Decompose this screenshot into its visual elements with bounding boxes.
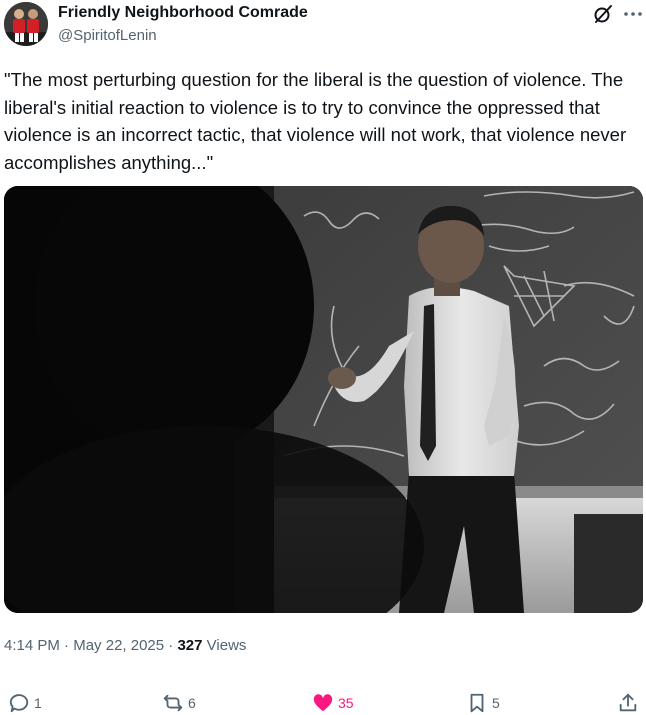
like-button[interactable]: 35 <box>312 690 354 715</box>
tweet-date[interactable]: May 22, 2025 <box>73 637 164 654</box>
tweet-time[interactable]: 4:14 PM <box>4 637 60 654</box>
repost-count: 6 <box>188 695 196 711</box>
bookmark-button[interactable]: 5 <box>466 690 500 715</box>
like-count: 35 <box>338 695 354 711</box>
reply-icon <box>9 694 29 713</box>
repost-icon <box>163 694 183 712</box>
meta-separator: · <box>168 637 174 654</box>
more-icon[interactable] <box>622 3 644 25</box>
bookmark-icon <box>470 693 484 713</box>
user-handle[interactable]: @SpiritofLenin <box>58 27 157 44</box>
repost-button[interactable]: 6 <box>162 690 196 715</box>
share-button[interactable] <box>617 690 639 715</box>
tweet-photo[interactable] <box>4 186 643 613</box>
grok-icon[interactable] <box>592 3 614 25</box>
display-name[interactable]: Friendly Neighborhood Comrade <box>58 4 308 22</box>
tweet-meta: 4:14 PM · May 22, 2025 · 327 Views <box>4 637 246 654</box>
avatar[interactable] <box>4 2 48 46</box>
share-icon <box>619 693 637 712</box>
heart-icon <box>313 694 333 712</box>
meta-separator: · <box>64 637 70 654</box>
bookmark-count: 5 <box>492 695 500 711</box>
reply-count: 1 <box>34 695 42 711</box>
views-count: 327 <box>177 637 203 654</box>
tweet-text: "The most perturbing question for the li… <box>4 69 627 173</box>
reply-button[interactable]: 1 <box>8 690 42 715</box>
views-label: Views <box>206 637 247 654</box>
